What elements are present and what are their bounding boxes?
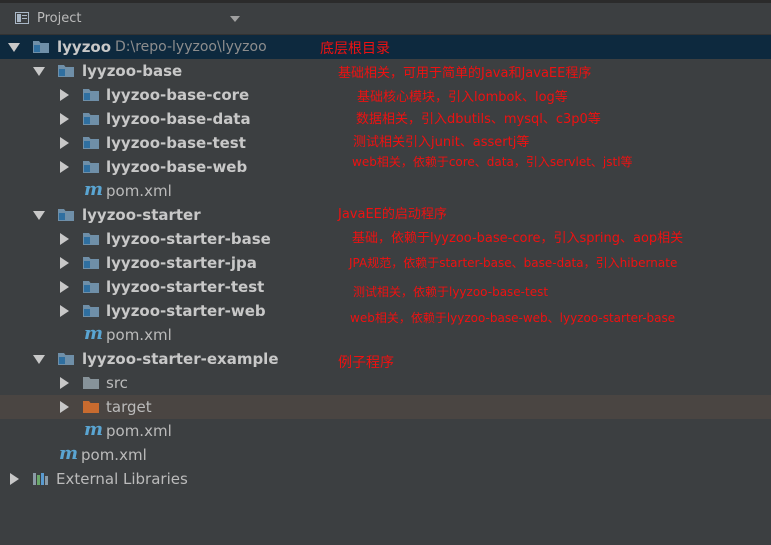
folder-name: src: [106, 374, 128, 392]
collapse-arrow-icon[interactable]: [60, 377, 69, 389]
module-name: lyyzoo-base-data: [106, 110, 251, 128]
collapse-arrow-icon[interactable]: [60, 113, 69, 125]
module-name: lyyzoo: [57, 38, 112, 56]
module-name: lyyzoo-base: [82, 62, 183, 80]
module-folder-icon: [33, 41, 49, 53]
module-folder-icon: [58, 353, 74, 365]
project-panel-header: Project: [0, 3, 771, 35]
tree-node-base-pom[interactable]: m pom.xml: [0, 179, 771, 203]
view-dropdown-icon[interactable]: [230, 16, 240, 22]
expand-arrow-icon[interactable]: [8, 43, 20, 52]
file-name: pom.xml: [106, 326, 172, 344]
tree-node-example-pom[interactable]: m pom.xml: [0, 419, 771, 443]
annotation-starter: JavaEE的启动程序: [338, 207, 447, 222]
tree-node-external-libraries[interactable]: External Libraries: [0, 467, 771, 491]
collapse-arrow-icon[interactable]: [10, 473, 19, 485]
module-folder-icon: [83, 281, 99, 293]
expand-arrow-icon[interactable]: [33, 67, 45, 76]
module-folder-icon: [83, 89, 99, 101]
annotation-starter-test: 测试相关，依赖于lyyzoo-base-test: [353, 285, 549, 299]
annotation-base: 基础相关，可用于简单的Java和JavaEE程序: [338, 66, 592, 81]
module-name: lyyzoo-starter-jpa: [106, 254, 257, 272]
excluded-folder-icon: [83, 401, 99, 413]
module-folder-icon: [58, 209, 74, 221]
module-name: lyyzoo-starter-web: [106, 302, 266, 320]
annotation-example: 例子程序: [338, 355, 394, 371]
file-name: pom.xml: [81, 446, 147, 464]
folder-name: External Libraries: [56, 470, 188, 488]
annotation-starter-web: web相关，依赖于lyyzoo-base-web、lyyzoo-starter-…: [350, 311, 676, 325]
module-name: lyyzoo-starter: [82, 206, 201, 224]
module-name: lyyzoo-starter-example: [82, 350, 279, 368]
module-folder-icon: [83, 305, 99, 317]
annotation-root: 底层根目录: [320, 41, 390, 57]
collapse-arrow-icon[interactable]: [60, 137, 69, 149]
module-folder-icon: [83, 161, 99, 173]
module-name: lyyzoo-base-test: [106, 134, 246, 152]
folder-icon: [83, 377, 99, 389]
annotation-base-core: 基础核心模块，引入lombok、log等: [357, 90, 568, 105]
collapse-arrow-icon[interactable]: [60, 401, 69, 413]
module-folder-icon: [58, 65, 74, 77]
tree-node-src[interactable]: src: [0, 371, 771, 395]
collapse-arrow-icon[interactable]: [60, 281, 69, 293]
expand-arrow-icon[interactable]: [33, 211, 45, 220]
folder-name: target: [106, 398, 152, 416]
maven-icon: m: [84, 323, 104, 344]
module-name: lyyzoo-base-web: [106, 158, 248, 176]
collapse-arrow-icon[interactable]: [60, 257, 69, 269]
annotation-starter-jpa: JPA规范，依赖于starter-base、base-data，引入hibern…: [349, 256, 678, 270]
library-icon: [33, 473, 48, 485]
maven-icon: m: [84, 179, 104, 200]
annotation-base-test: 测试相关引入junit、assertj等: [353, 135, 530, 150]
collapse-arrow-icon[interactable]: [60, 161, 69, 173]
module-folder-icon: [83, 233, 99, 245]
module-folder-icon: [83, 137, 99, 149]
module-name: lyyzoo-starter-test: [106, 278, 265, 296]
collapse-arrow-icon[interactable]: [60, 305, 69, 317]
module-name: lyyzoo-base-core: [106, 86, 250, 104]
expand-arrow-icon[interactable]: [33, 355, 45, 364]
module-name: lyyzoo-starter-base: [106, 230, 271, 248]
file-name: pom.xml: [106, 422, 172, 440]
maven-icon: m: [59, 443, 79, 464]
module-path: D:\repo-lyyzoo\lyyzoo: [115, 39, 267, 55]
module-folder-icon: [83, 113, 99, 125]
tree-node-target[interactable]: target: [0, 395, 771, 419]
annotation-base-data: 数据相关，引入dbutils、mysql、c3p0等: [356, 112, 601, 127]
collapse-arrow-icon[interactable]: [60, 233, 69, 245]
tree-node-root-pom[interactable]: m pom.xml: [0, 443, 771, 467]
annotation-base-web: web相关，依赖于core、data，引入servlet、jstl等: [352, 155, 633, 169]
project-view-icon: [15, 12, 29, 24]
collapse-arrow-icon[interactable]: [60, 89, 69, 101]
annotation-starter-base: 基础，依赖于lyyzoo-base-core，引入spring、aop相关: [352, 231, 684, 246]
tree-node-starter-pom[interactable]: m pom.xml: [0, 323, 771, 347]
maven-icon: m: [84, 419, 104, 440]
file-name: pom.xml: [106, 182, 172, 200]
panel-title[interactable]: Project: [37, 11, 81, 26]
module-folder-icon: [83, 257, 99, 269]
